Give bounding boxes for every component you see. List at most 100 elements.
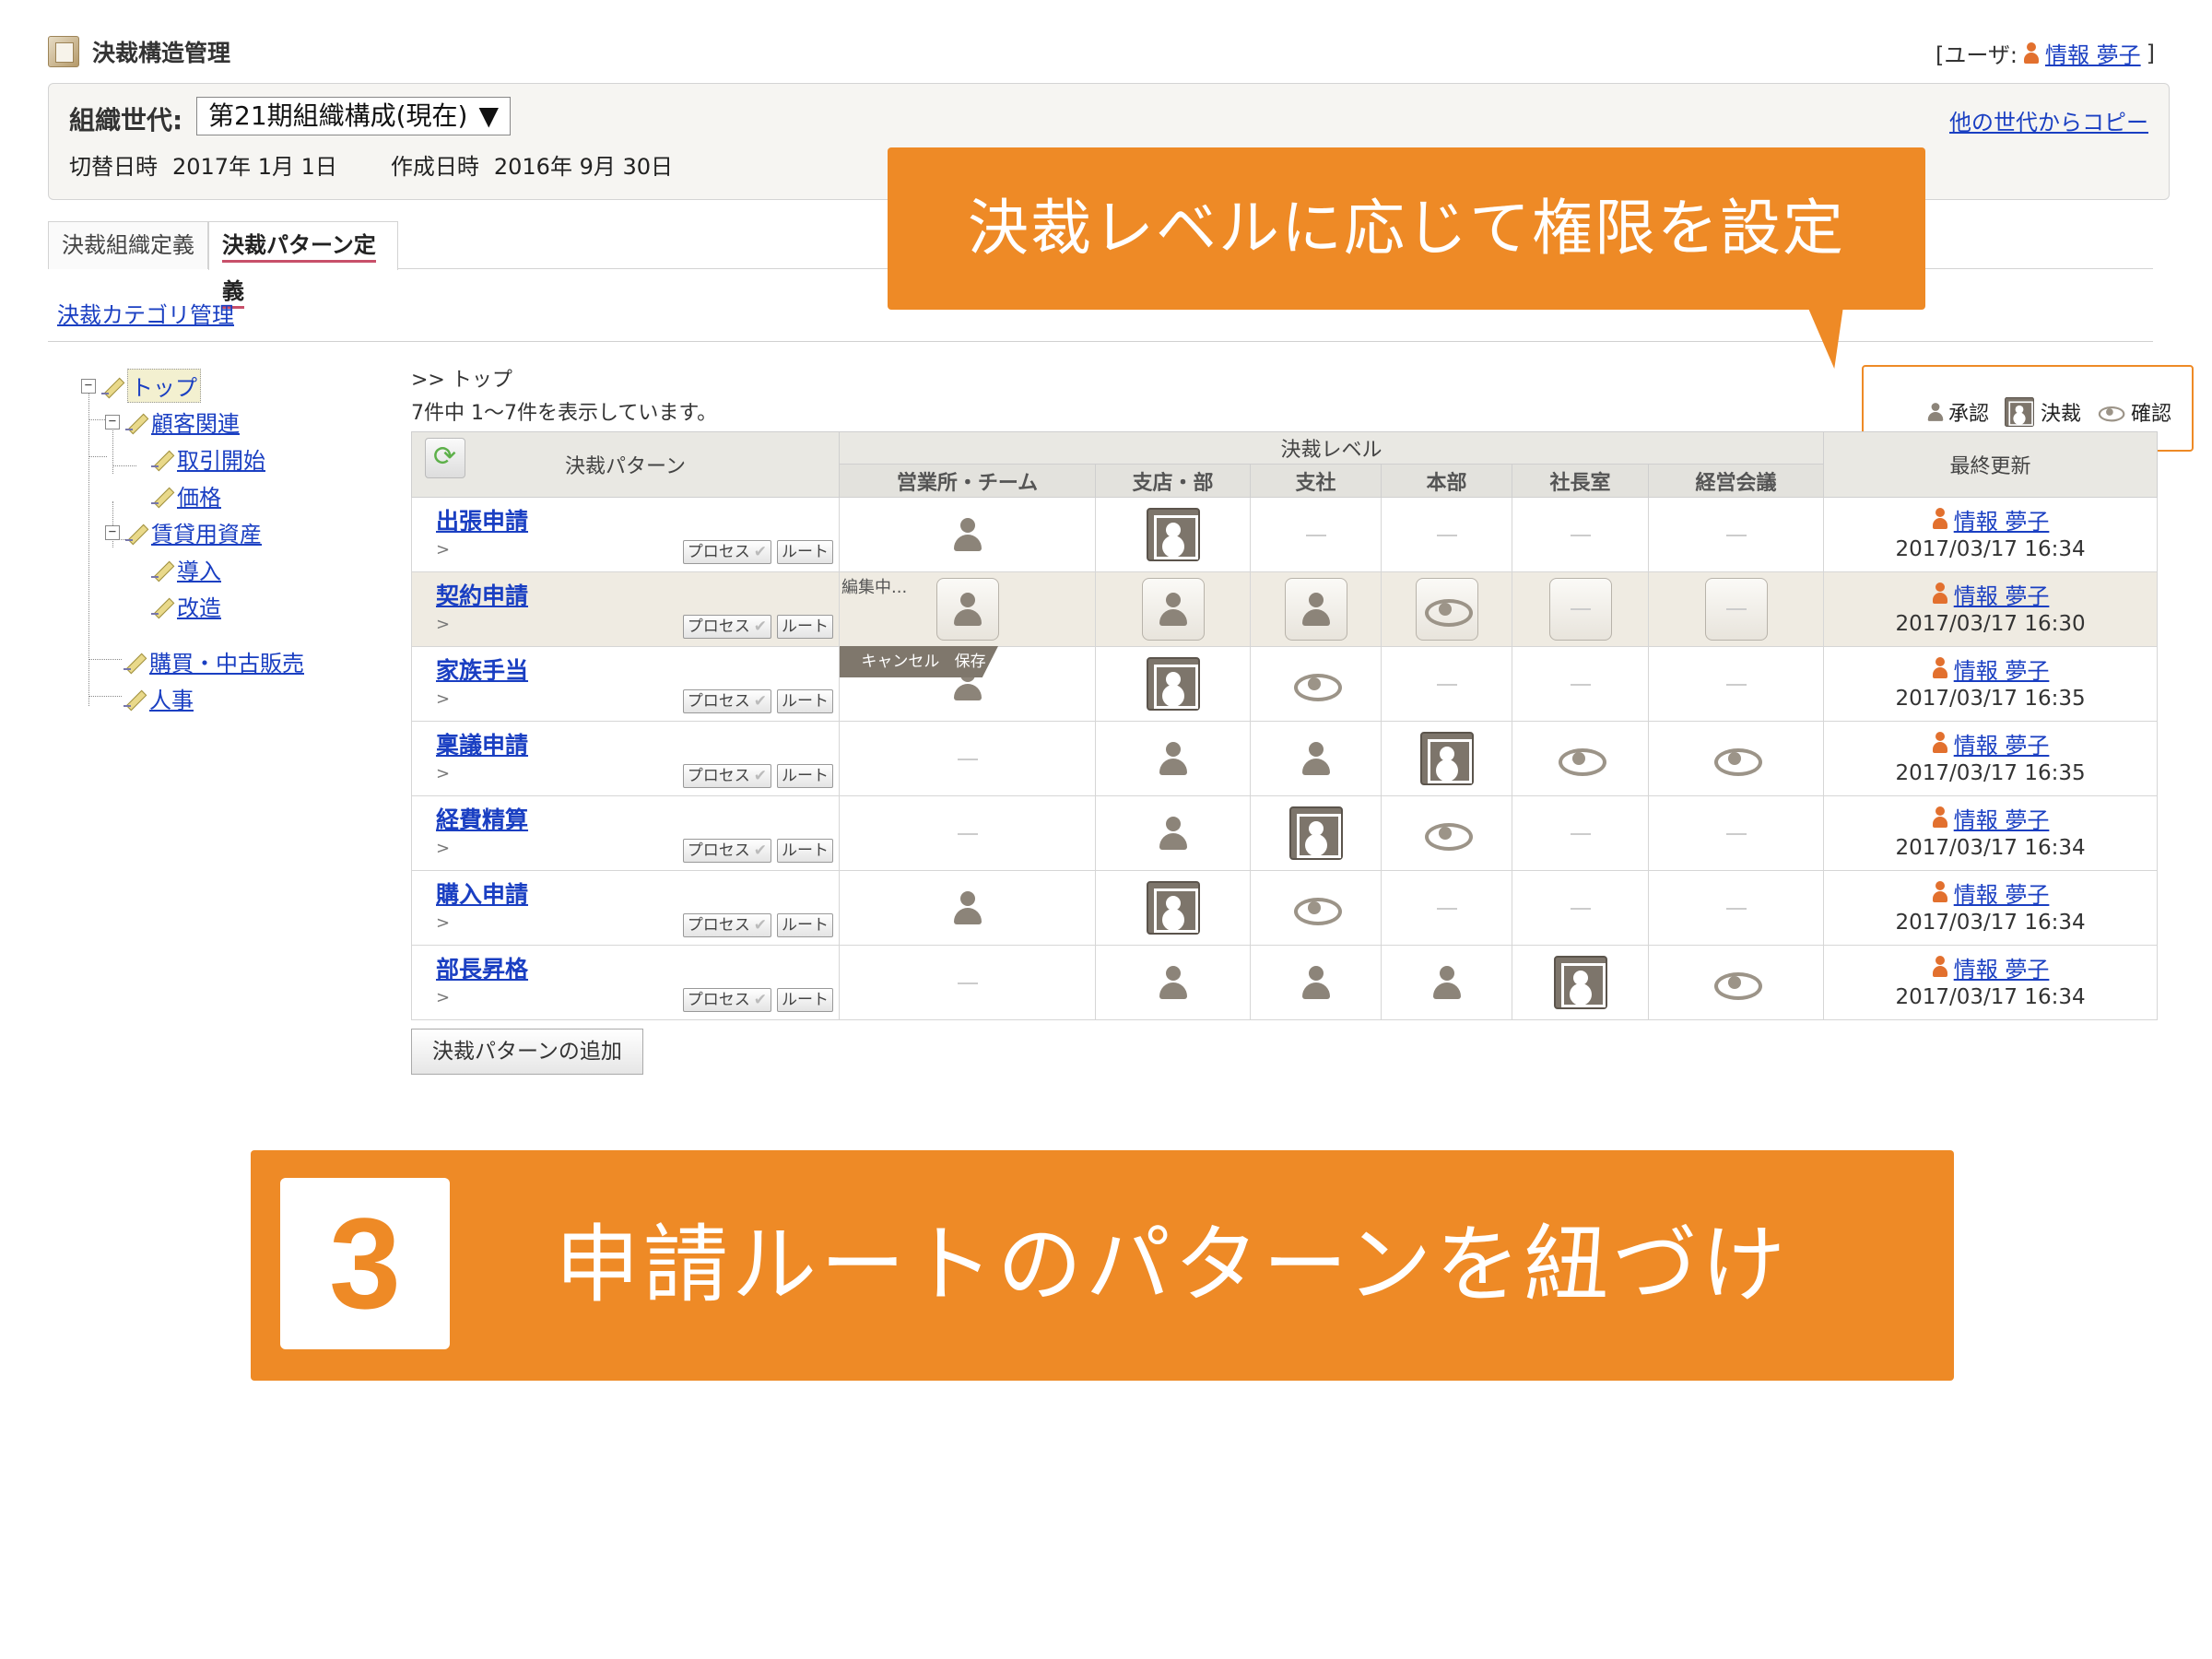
level-cell[interactable] xyxy=(1512,571,1649,647)
level-cell[interactable] xyxy=(1250,870,1382,946)
level-cell[interactable] xyxy=(1512,646,1649,722)
pattern-name-link[interactable]: 部長昇格 xyxy=(436,951,528,984)
level-cell[interactable] xyxy=(1095,571,1251,647)
updater-link[interactable]: 情報 夢子 xyxy=(1954,578,2050,610)
level-edit-slot[interactable] xyxy=(1415,578,1478,641)
level-cell[interactable] xyxy=(1647,870,1825,946)
route-button[interactable]: ルート xyxy=(777,764,833,788)
tree-node-customer[interactable]: − 顧客関連 xyxy=(105,406,240,438)
refresh-icon[interactable] xyxy=(425,438,465,478)
level-cell[interactable] xyxy=(1381,497,1512,572)
level-cell[interactable] xyxy=(1512,795,1649,871)
pattern-name-link[interactable]: 契約申請 xyxy=(436,578,528,611)
save-button[interactable]: 保存 xyxy=(955,653,986,671)
route-button[interactable]: ルート xyxy=(777,689,833,713)
process-button[interactable]: プロセス ✔ xyxy=(682,839,771,863)
level-cell[interactable] xyxy=(839,795,1096,871)
org-generation-select[interactable]: 第21期組織構成(現在) ▼ xyxy=(196,97,512,135)
level-cell[interactable] xyxy=(1381,870,1512,946)
expand-arrow[interactable]: > xyxy=(436,540,450,559)
tree-node-trade-start[interactable]: 取引開始 xyxy=(149,442,265,475)
level-cell[interactable] xyxy=(1095,945,1251,1020)
level-cell[interactable] xyxy=(1512,497,1649,572)
tree-node-purchase[interactable]: 購買・中古販売 xyxy=(122,645,304,677)
level-cell[interactable] xyxy=(1250,795,1382,871)
level-cell[interactable] xyxy=(839,497,1096,572)
add-pattern-button[interactable]: 決裁パターンの追加 xyxy=(411,1029,643,1075)
level-cell[interactable] xyxy=(1381,795,1512,871)
level-cell[interactable] xyxy=(1250,945,1382,1020)
level-cell[interactable] xyxy=(1095,646,1251,722)
tab-org-definition[interactable]: 決裁組織定義 xyxy=(48,221,208,269)
level-edit-slot[interactable] xyxy=(935,578,999,641)
level-cell[interactable] xyxy=(1381,571,1512,647)
collapse-icon[interactable]: − xyxy=(105,524,120,540)
tree-node-introduction[interactable]: 導入 xyxy=(149,553,221,585)
pattern-name-link[interactable]: 出張申請 xyxy=(436,503,528,536)
level-cell[interactable] xyxy=(1250,497,1382,572)
expand-arrow[interactable]: > xyxy=(436,913,450,933)
collapse-icon[interactable]: − xyxy=(105,414,120,429)
level-edit-slot[interactable] xyxy=(1284,578,1347,641)
expand-arrow[interactable]: > xyxy=(436,615,450,634)
level-cell[interactable] xyxy=(1381,646,1512,722)
level-cell[interactable] xyxy=(1647,646,1825,722)
level-cell[interactable] xyxy=(1381,945,1512,1020)
updater-link[interactable]: 情報 夢子 xyxy=(1954,877,2050,909)
level-cell[interactable] xyxy=(1095,795,1251,871)
level-cell[interactable] xyxy=(1381,721,1512,796)
tree-node-modification[interactable]: 改造 xyxy=(149,590,221,622)
category-management-link[interactable]: 決裁カテゴリ管理 xyxy=(57,297,234,329)
route-button[interactable]: ルート xyxy=(777,540,833,564)
tab-pattern-definition[interactable]: 決裁パターン定義 xyxy=(208,221,398,309)
expand-arrow[interactable]: > xyxy=(436,764,450,783)
tree-node-price[interactable]: 価格 xyxy=(149,479,221,512)
expand-arrow[interactable]: > xyxy=(436,839,450,858)
pattern-name-link[interactable]: 購入申請 xyxy=(436,877,528,910)
collapse-icon[interactable]: − xyxy=(81,378,96,394)
copy-from-generation-link[interactable]: 他の世代からコピー xyxy=(1949,104,2148,136)
process-button[interactable]: プロセス ✔ xyxy=(682,615,771,639)
process-button[interactable]: プロセス ✔ xyxy=(682,689,771,713)
level-cell[interactable] xyxy=(839,721,1096,796)
process-button[interactable]: プロセス ✔ xyxy=(682,913,771,937)
cancel-button[interactable]: キャンセル xyxy=(861,653,939,671)
updater-link[interactable]: 情報 夢子 xyxy=(1954,503,2050,535)
updater-link[interactable]: 情報 夢子 xyxy=(1954,727,2050,759)
level-cell[interactable] xyxy=(1647,571,1825,647)
process-button[interactable]: プロセス ✔ xyxy=(682,764,771,788)
route-button[interactable]: ルート xyxy=(777,615,833,639)
expand-arrow[interactable]: > xyxy=(436,988,450,1007)
process-button[interactable]: プロセス ✔ xyxy=(682,988,771,1012)
level-cell[interactable] xyxy=(1095,870,1251,946)
level-edit-slot[interactable] xyxy=(1548,578,1612,641)
user-name-link[interactable]: 情報 夢子 xyxy=(2045,37,2141,69)
level-cell[interactable] xyxy=(1647,945,1825,1020)
level-cell[interactable] xyxy=(839,945,1096,1020)
tree-node-hr[interactable]: 人事 xyxy=(122,682,194,714)
level-cell[interactable] xyxy=(1647,721,1825,796)
process-button[interactable]: プロセス ✔ xyxy=(682,540,771,564)
level-edit-slot[interactable] xyxy=(1704,578,1768,641)
tree-node-rental-assets[interactable]: − 賃貸用資産 xyxy=(105,516,262,548)
level-cell[interactable] xyxy=(1512,870,1649,946)
level-cell[interactable] xyxy=(1250,571,1382,647)
updater-link[interactable]: 情報 夢子 xyxy=(1954,653,2050,685)
level-cell[interactable] xyxy=(1095,721,1251,796)
route-button[interactable]: ルート xyxy=(777,988,833,1012)
level-edit-slot[interactable] xyxy=(1141,578,1205,641)
pattern-name-link[interactable]: 家族手当 xyxy=(436,653,528,686)
pattern-name-link[interactable]: 稟議申請 xyxy=(436,727,528,760)
level-cell[interactable] xyxy=(1647,497,1825,572)
updater-link[interactable]: 情報 夢子 xyxy=(1954,802,2050,834)
pattern-name-link[interactable]: 経費精算 xyxy=(436,802,528,835)
level-cell[interactable] xyxy=(1095,497,1251,572)
tree-node-top[interactable]: − トップ xyxy=(81,369,201,403)
updater-link[interactable]: 情報 夢子 xyxy=(1954,951,2050,983)
level-cell[interactable] xyxy=(839,870,1096,946)
level-cell[interactable] xyxy=(1647,795,1825,871)
level-cell[interactable] xyxy=(1512,945,1649,1020)
route-button[interactable]: ルート xyxy=(777,913,833,937)
expand-arrow[interactable]: > xyxy=(436,689,450,709)
level-cell[interactable] xyxy=(1512,721,1649,796)
